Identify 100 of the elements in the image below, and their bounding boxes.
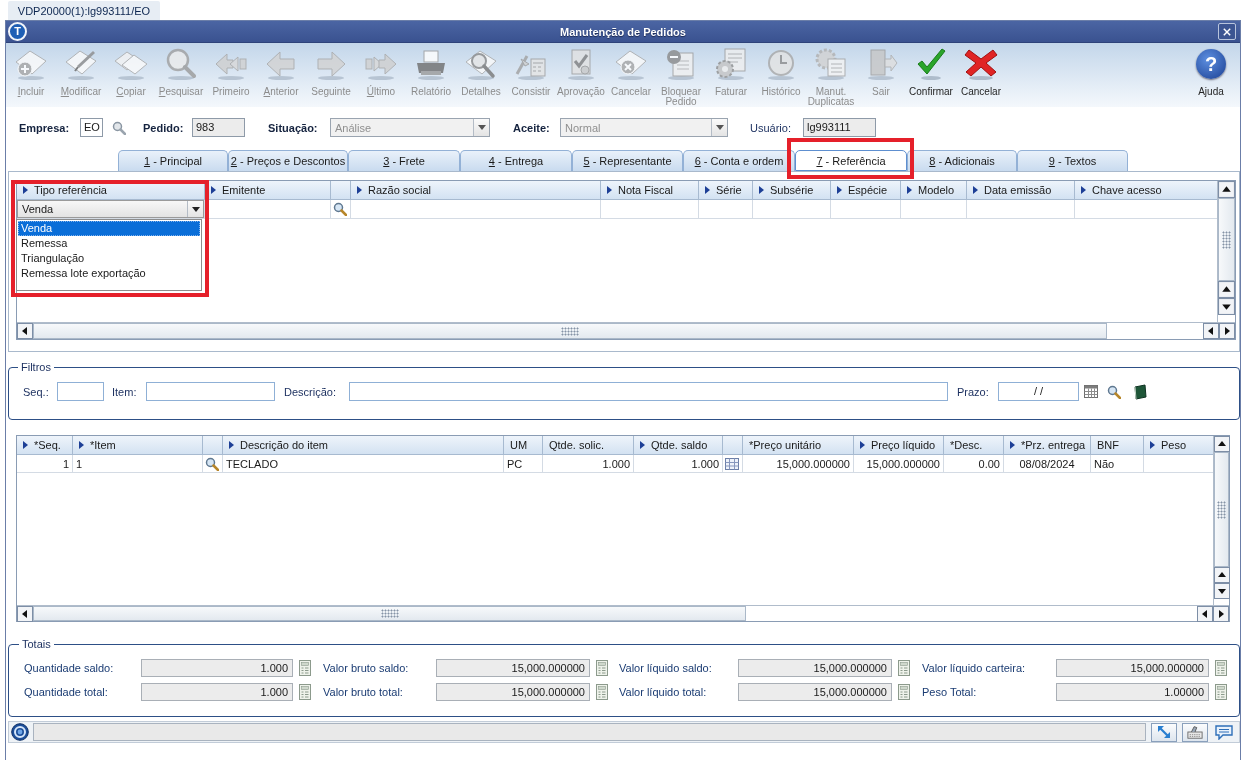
- gear-list-icon: [813, 47, 849, 81]
- input-field[interactable]: [57, 382, 104, 401]
- table-cell: 15,000.000000: [854, 455, 944, 472]
- scroll-left-button[interactable]: [1203, 323, 1219, 339]
- column-header[interactable]: Qtde. solic.: [549, 439, 605, 451]
- tab[interactable]: 9 - Textos: [1017, 150, 1128, 171]
- scroll-up-button[interactable]: [1214, 436, 1230, 452]
- input-field[interactable]: 983: [192, 118, 245, 137]
- table-cell: Não: [1091, 455, 1144, 472]
- input-field[interactable]: [349, 382, 948, 401]
- column-header[interactable]: Razão social: [368, 184, 431, 196]
- tab[interactable]: 8 - Adicionais: [907, 150, 1017, 171]
- speech-bubble-icon: [1214, 724, 1234, 740]
- input-field[interactable]: [146, 382, 275, 401]
- output-field: 1.000: [141, 683, 293, 701]
- column-header[interactable]: Data emissão: [984, 184, 1052, 196]
- input-field[interactable]: / /: [998, 382, 1079, 401]
- column-header[interactable]: Qtde. saldo: [651, 439, 708, 451]
- field-label: Quantidade saldo:: [24, 662, 115, 674]
- dropdown-option[interactable]: Triangulação: [18, 251, 200, 266]
- output-field: 15,000.000000: [738, 659, 892, 677]
- help-button[interactable]: ? Ajuda: [1186, 43, 1236, 107]
- calculator-icon[interactable]: [299, 660, 311, 676]
- calculator-icon[interactable]: [596, 660, 608, 676]
- field-label: Empresa:: [19, 121, 71, 134]
- scroll-up-button[interactable]: [1218, 181, 1235, 198]
- column-header[interactable]: *Item: [90, 439, 116, 451]
- table-cell: 15,000.000000: [743, 455, 854, 472]
- help-icon: ?: [1196, 49, 1226, 79]
- column-header[interactable]: *Preço unitário: [749, 439, 822, 451]
- tab[interactable]: 4 - Entrega: [460, 150, 572, 171]
- column-header[interactable]: Nota Fiscal: [618, 184, 674, 196]
- scroll-down-button[interactable]: [1218, 298, 1235, 315]
- scroll-right-button[interactable]: [1213, 606, 1229, 622]
- search-icon[interactable]: [205, 456, 219, 471]
- table-cell: PC: [504, 455, 543, 472]
- tab[interactable]: 3 - Frete: [348, 150, 460, 171]
- cancel-button[interactable]: Cancelar: [956, 43, 1006, 107]
- column-header[interactable]: *Prz. entrega: [1021, 439, 1086, 451]
- column-header[interactable]: UM: [510, 439, 528, 451]
- dropdown-option[interactable]: Remessa: [18, 236, 200, 251]
- field-label: Valor bruto total:: [323, 686, 404, 698]
- input-field[interactable]: EO: [80, 118, 103, 137]
- column-header[interactable]: Emitente: [222, 184, 266, 196]
- close-button[interactable]: [1218, 23, 1236, 40]
- scrollbar-thumb[interactable]: [33, 606, 746, 621]
- calculator-icon[interactable]: [299, 684, 311, 700]
- calculator-icon[interactable]: [898, 684, 910, 700]
- column-header[interactable]: Série: [716, 184, 742, 196]
- scroll-left-button[interactable]: [17, 323, 33, 339]
- field-label: Seq.:: [23, 385, 50, 398]
- table-cell: 0.00: [944, 455, 1004, 472]
- table-cell: 1.000: [634, 455, 723, 472]
- column-header[interactable]: Espécie: [848, 184, 888, 196]
- column-header[interactable]: Chave acesso: [1092, 184, 1162, 196]
- tab[interactable]: 1 - Principal: [118, 150, 228, 171]
- tab[interactable]: 6 - Conta e ordem: [683, 150, 795, 171]
- dropdown-option[interactable]: Remessa lote exportação: [18, 266, 200, 281]
- scroll-left-button[interactable]: [17, 606, 33, 622]
- scrollbar-thumb[interactable]: [1214, 452, 1229, 567]
- calculator-icon[interactable]: [898, 660, 910, 676]
- output-field: 1.00000: [1056, 683, 1209, 701]
- keyboard-button[interactable]: [1182, 722, 1208, 742]
- search-icon[interactable]: [1107, 384, 1121, 399]
- column-header[interactable]: Subsérie: [770, 184, 814, 196]
- search-icon[interactable]: [112, 120, 126, 135]
- column-header[interactable]: Descrição do item: [240, 439, 329, 451]
- document-tab[interactable]: VDP20000(1):lg993111/EO: [8, 1, 160, 20]
- grid-icon[interactable]: [725, 457, 739, 470]
- grip-icon: [1222, 230, 1231, 249]
- scroll-up-button[interactable]: [1214, 567, 1230, 583]
- app-logo-icon: T: [8, 22, 27, 41]
- column-header[interactable]: Preço líquido: [871, 439, 936, 451]
- input-field[interactable]: lg993111: [803, 118, 876, 137]
- search-icon[interactable]: [333, 202, 347, 216]
- field-label: Quantidade total:: [24, 686, 109, 698]
- scroll-down-button[interactable]: [1214, 583, 1230, 599]
- scroll-left-button[interactable]: [1197, 606, 1213, 622]
- scroll-up-button[interactable]: [1218, 281, 1235, 298]
- calendar-icon[interactable]: [1084, 385, 1098, 398]
- scrollbar-thumb[interactable]: [33, 323, 1107, 339]
- resize-button[interactable]: [1151, 722, 1177, 742]
- column-header[interactable]: Peso: [1161, 439, 1187, 451]
- dropdown-option[interactable]: Venda: [18, 221, 200, 236]
- column-header[interactable]: Modelo: [918, 184, 955, 196]
- tab[interactable]: 5 - Representante: [572, 150, 683, 171]
- dropdown-field[interactable]: Venda: [17, 200, 204, 218]
- output-field: 1.000: [141, 659, 293, 677]
- column-header[interactable]: *Seq.: [34, 439, 61, 451]
- column-header[interactable]: *Desc.: [950, 439, 983, 451]
- calculator-icon[interactable]: [596, 684, 608, 700]
- confirm-button[interactable]: Confirmar: [906, 43, 956, 107]
- tab[interactable]: 2 - Preços e Descontos: [228, 150, 348, 171]
- book-icon[interactable]: [1132, 383, 1148, 400]
- scroll-right-button[interactable]: [1219, 323, 1235, 339]
- column-header[interactable]: BNF: [1097, 439, 1119, 451]
- calculator-icon[interactable]: [1215, 684, 1227, 700]
- scrollbar-thumb[interactable]: [1218, 198, 1235, 281]
- calculator-icon[interactable]: [1215, 660, 1227, 676]
- column-header[interactable]: Tipo referência: [34, 184, 107, 196]
